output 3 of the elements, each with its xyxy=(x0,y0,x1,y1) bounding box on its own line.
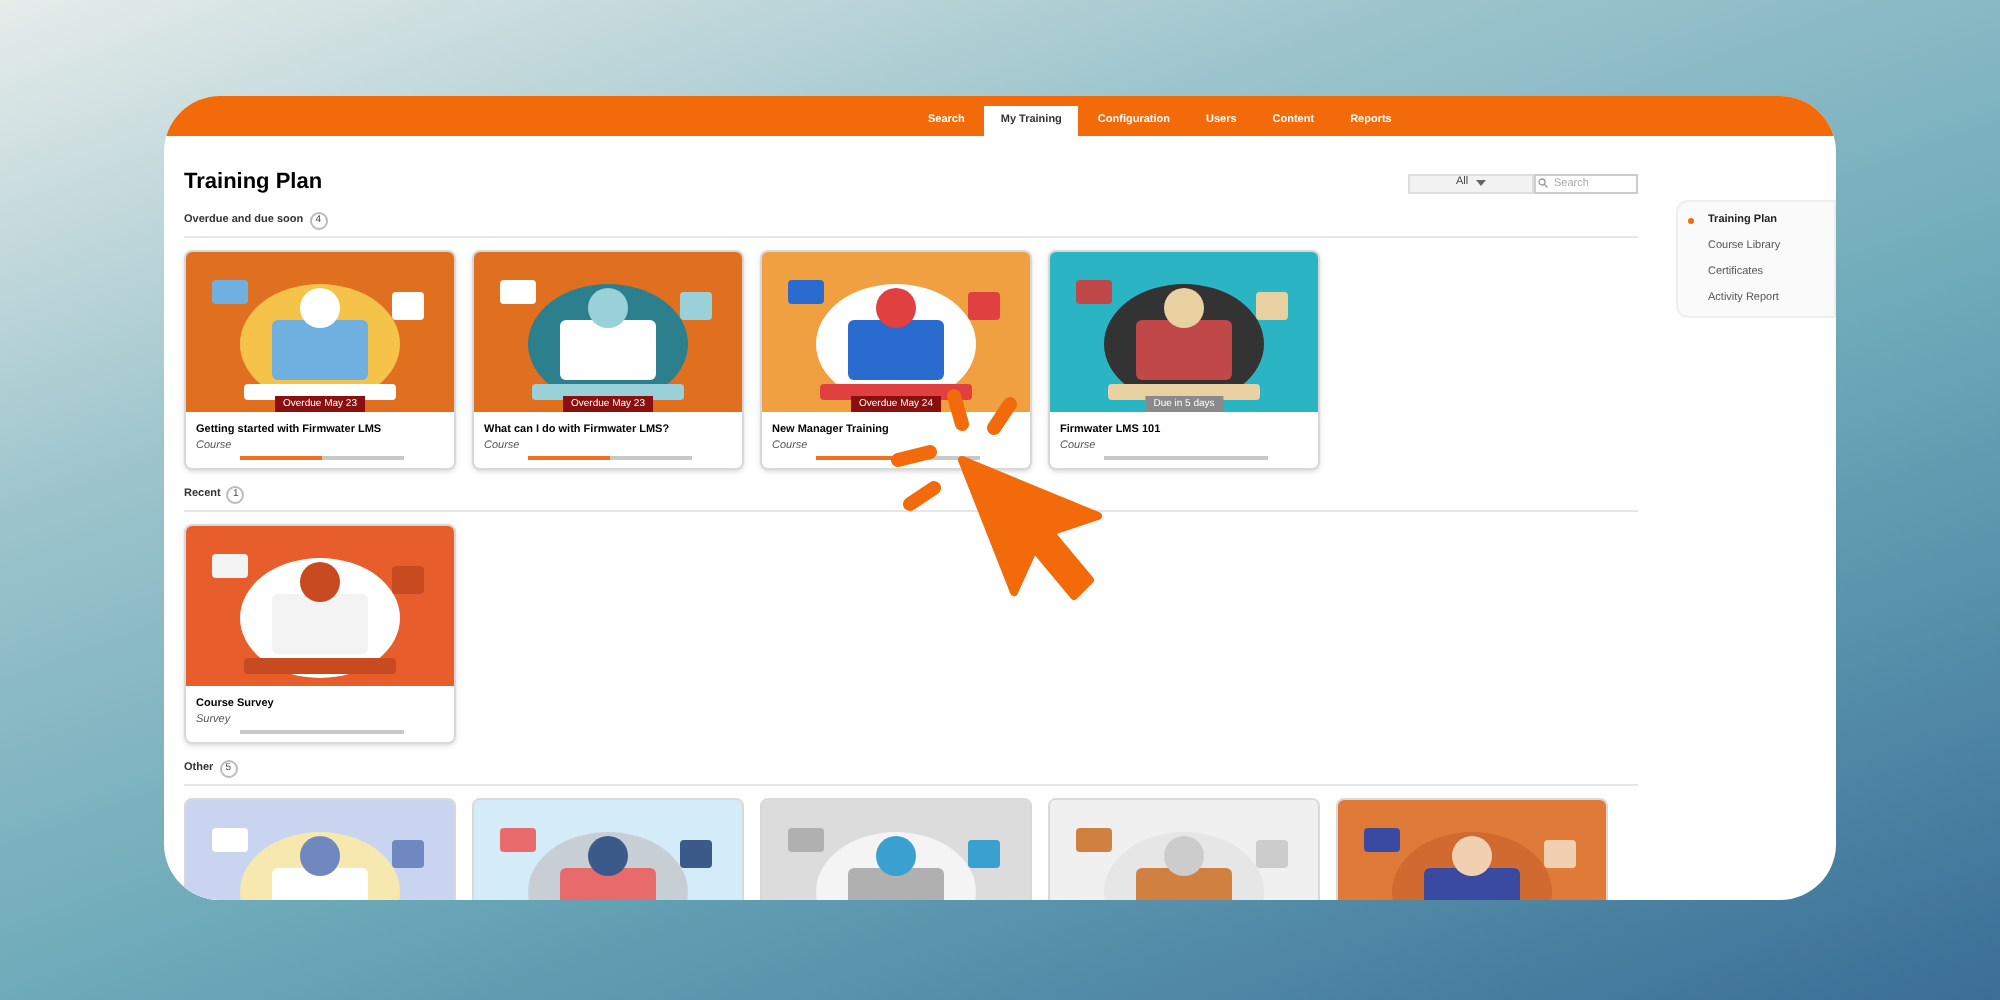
search-icon xyxy=(1538,178,1548,188)
page-title: Training Plan xyxy=(184,168,323,199)
caret-icon xyxy=(1476,180,1487,186)
